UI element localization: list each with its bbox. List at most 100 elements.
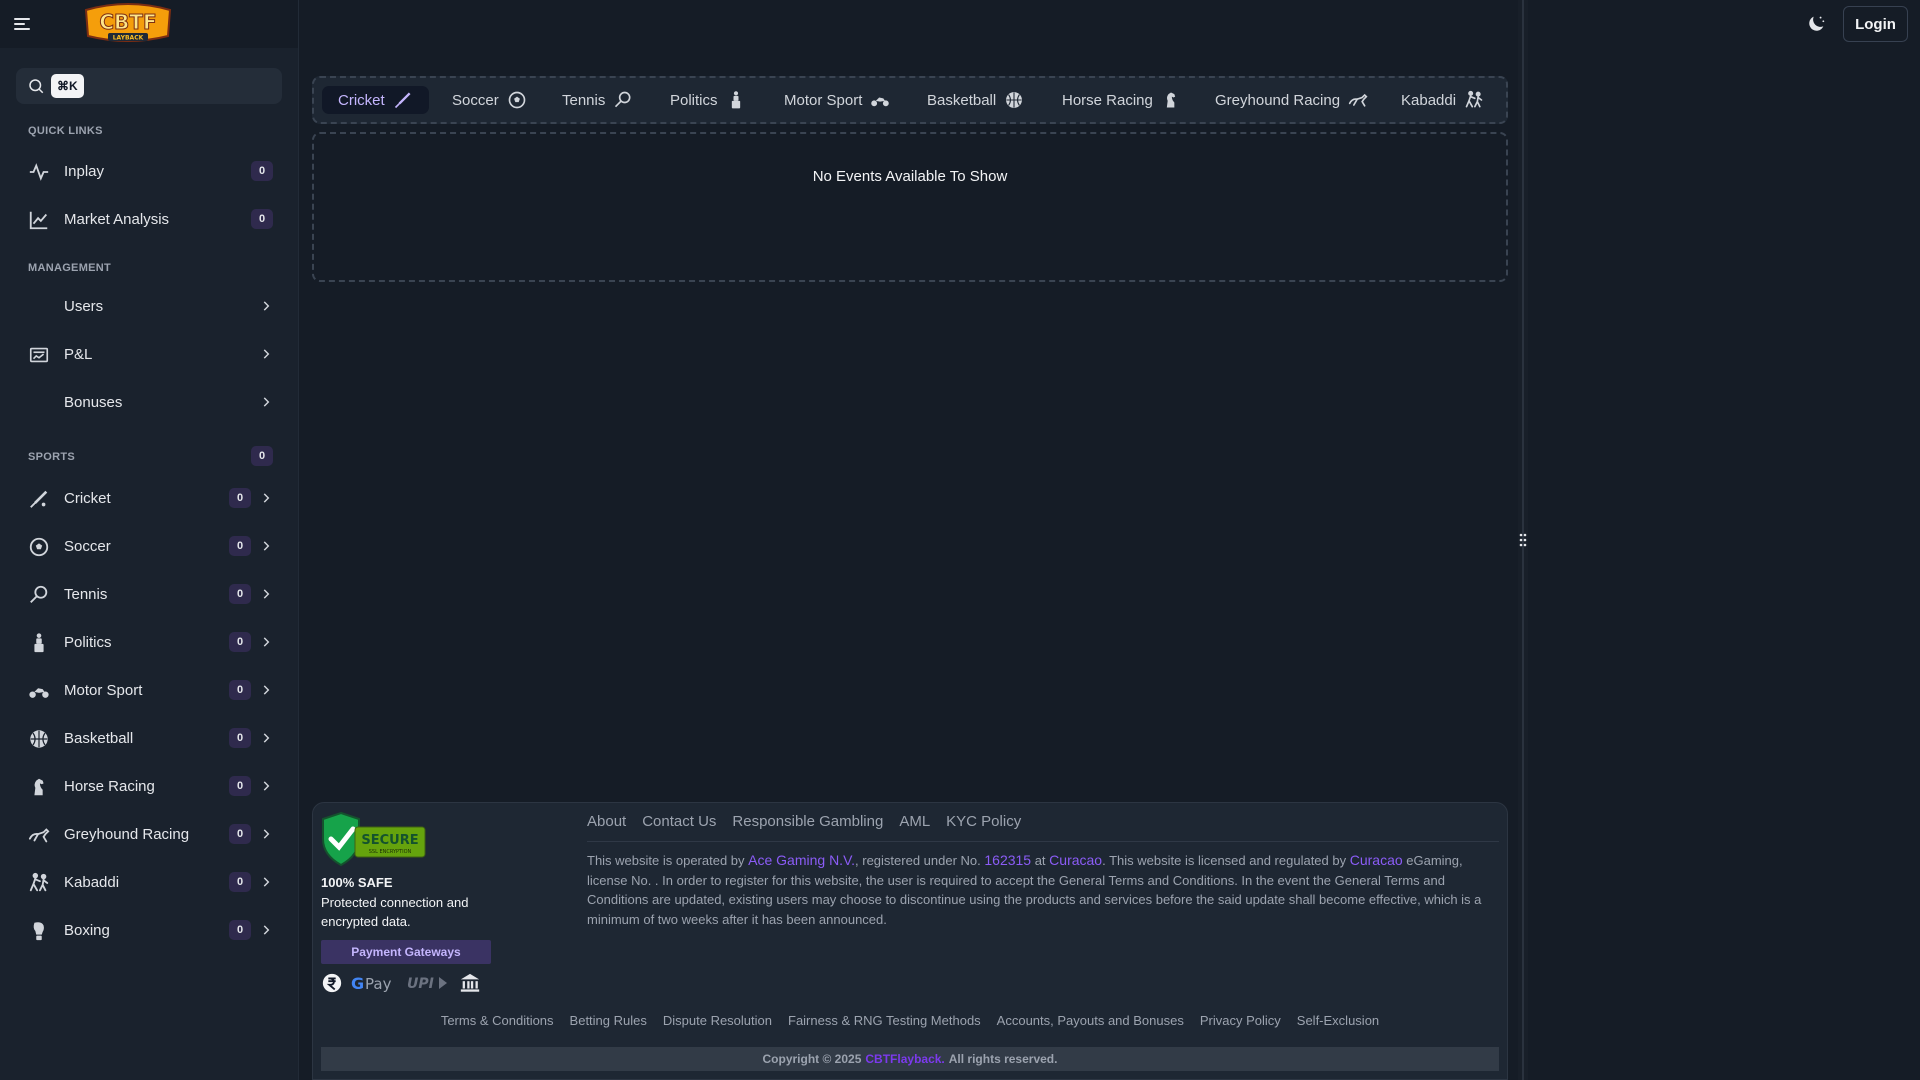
sidebar-item-label: Bonuses — [64, 393, 123, 411]
sidebar-item-horse-racing[interactable]: Horse Racing 0 — [16, 766, 282, 806]
sidebar-item-basketball[interactable]: Basketball 0 — [16, 718, 282, 758]
svg-text:CBTF: CBTF — [99, 10, 156, 34]
svg-text:G: G — [351, 974, 364, 993]
kabaddi-icon — [29, 872, 49, 892]
tennis-racket-icon — [615, 91, 631, 108]
count-badge: 0 — [229, 776, 251, 796]
footer-link-kyc[interactable]: KYC Policy — [946, 813, 1021, 830]
sidebar-item-motor-sport[interactable]: Motor Sport 0 — [16, 670, 282, 710]
operator-link[interactable]: Ace Gaming N.V. — [748, 852, 855, 868]
sidebar-item-label: Soccer — [64, 537, 111, 555]
payment-icons: G Pay UPI — [321, 971, 481, 995]
tab-label: Motor Sport — [784, 91, 863, 109]
tab-kabaddi[interactable]: Kabaddi — [1385, 86, 1500, 114]
tab-cricket[interactable]: Cricket — [322, 86, 429, 114]
chevron-right-icon — [263, 733, 270, 743]
sidebar-item-label: Basketball — [64, 729, 134, 747]
place-link[interactable]: Curacao — [1049, 852, 1102, 868]
sidebar-item-bonuses[interactable]: Bonuses — [16, 382, 282, 422]
boxing-glove-icon — [33, 922, 44, 941]
count-badge: 0 — [229, 584, 251, 604]
brand-link[interactable]: CBTFlayback. — [865, 1052, 944, 1066]
panel-resizer[interactable] — [1518, 0, 1528, 1080]
footer-link-responsible-gambling[interactable]: Responsible Gambling — [732, 813, 883, 830]
drag-handle-icon[interactable] — [1518, 532, 1528, 548]
horse-icon — [1166, 92, 1176, 108]
footer-link-about[interactable]: About — [587, 813, 626, 830]
horse-icon — [34, 778, 44, 796]
chevron-right-icon — [263, 637, 270, 647]
top-bar: CBTF LAYBACK Login — [0, 0, 1920, 48]
sidebar-item-soccer[interactable]: Soccer 0 — [16, 526, 282, 566]
login-button[interactable]: Login — [1843, 6, 1908, 42]
license-text: at — [1031, 853, 1050, 868]
footer-link-privacy[interactable]: Privacy Policy — [1200, 1013, 1281, 1028]
tab-soccer[interactable]: Soccer — [436, 86, 543, 114]
chevron-right-icon — [263, 589, 270, 599]
sidebar-item-pnl[interactable]: P&L — [16, 334, 282, 374]
svg-text:SECURE: SECURE — [361, 833, 418, 848]
tab-label: Horse Racing — [1062, 91, 1153, 109]
search-box[interactable]: ⌘K — [16, 68, 282, 104]
kabaddi-icon — [1465, 90, 1483, 108]
regulator-link[interactable]: Curacao — [1350, 852, 1403, 868]
sidebar-item-label: Inplay — [64, 162, 105, 180]
sidebar-item-cricket[interactable]: Cricket 0 — [16, 478, 282, 518]
svg-text:Pay: Pay — [365, 975, 392, 993]
menu-icon[interactable] — [14, 16, 32, 32]
tab-motor-sport[interactable]: Motor Sport — [768, 86, 906, 114]
footer-link-contact[interactable]: Contact Us — [642, 813, 716, 830]
cricket-icon — [394, 92, 411, 109]
footer-link-betting-rules[interactable]: Betting Rules — [570, 1013, 647, 1028]
moon-icon[interactable] — [1805, 13, 1827, 35]
footer-links: About Contact Us Responsible Gambling AM… — [587, 813, 1021, 830]
tab-label: Tennis — [562, 91, 606, 109]
sidebar-item-label: Greyhound Racing — [64, 825, 190, 843]
footer-link-terms[interactable]: Terms & Conditions — [441, 1013, 554, 1028]
license-text: , registered under No. — [855, 853, 985, 868]
footer-divider — [587, 841, 1499, 842]
sidebar-item-kabaddi[interactable]: Kabaddi 0 — [16, 862, 282, 902]
sidebar-item-users[interactable]: Users — [16, 286, 282, 326]
svg-text:LAYBACK: LAYBACK — [113, 35, 144, 42]
footer-link-fairness[interactable]: Fairness & RNG Testing Methods — [788, 1013, 981, 1028]
quick-links-title: QUICK LINKS — [28, 125, 103, 137]
sidebar-item-label: Users — [64, 297, 104, 315]
motorbike-icon — [871, 97, 890, 107]
sidebar-item-market-analysis[interactable]: Market Analysis 0 — [16, 199, 282, 239]
footer-link-aml[interactable]: AML — [899, 813, 930, 830]
logo[interactable]: CBTF LAYBACK — [78, 2, 178, 46]
sports-count-badge: 0 — [251, 446, 273, 466]
sidebar-item-greyhound-racing[interactable]: Greyhound Racing 0 — [16, 814, 282, 854]
sidebar-item-inplay[interactable]: Inplay 0 — [16, 151, 282, 191]
sidebar-item-tennis[interactable]: Tennis 0 — [16, 574, 282, 614]
sport-tabs: Cricket Soccer Tennis Politics Motor Spo… — [312, 76, 1508, 124]
motorbike-icon — [29, 688, 49, 698]
copyright-text: Copyright © 2025 — [762, 1052, 862, 1066]
sidebar-item-label: P&L — [64, 345, 93, 363]
management-title: MANAGEMENT — [28, 262, 112, 274]
upi-icon: UPI — [407, 976, 447, 992]
tab-label: Soccer — [452, 91, 499, 109]
tab-basketball[interactable]: Basketball — [911, 86, 1040, 114]
greyhound-icon — [28, 828, 50, 843]
footer-link-self-exclusion[interactable]: Self-Exclusion — [1297, 1013, 1379, 1028]
tab-tennis[interactable]: Tennis — [546, 86, 649, 114]
tab-label: Basketball — [927, 91, 997, 109]
sidebar-item-label: Kabaddi — [64, 873, 120, 891]
events-panel: No Events Available To Show — [312, 132, 1508, 282]
footer-link-dispute-resolution[interactable]: Dispute Resolution — [663, 1013, 772, 1028]
footer-link-accounts[interactable]: Accounts, Payouts and Bonuses — [997, 1013, 1184, 1028]
tab-politics[interactable]: Politics — [654, 86, 762, 114]
rupee-icon — [322, 973, 342, 993]
soccer-ball-icon — [508, 91, 526, 109]
cricket-icon — [30, 490, 48, 508]
tab-horse-racing[interactable]: Horse Racing — [1046, 86, 1197, 114]
sidebar-item-boxing[interactable]: Boxing 0 — [16, 910, 282, 950]
registration-number-link[interactable]: 162315 — [984, 852, 1031, 868]
safe-title: 100% SAFE — [321, 875, 393, 890]
sidebar-item-politics[interactable]: Politics 0 — [16, 622, 282, 662]
count-badge: 0 — [251, 209, 273, 229]
tab-greyhound-racing[interactable]: Greyhound Racing — [1199, 86, 1384, 114]
payment-gateways-button[interactable]: Payment Gateways — [321, 940, 491, 964]
